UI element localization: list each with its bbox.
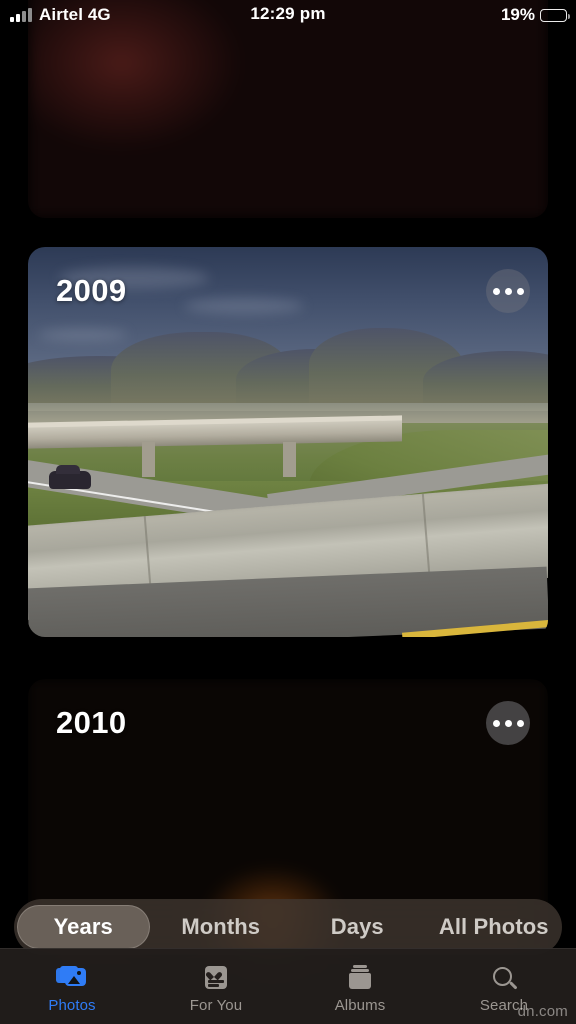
tab-albums[interactable]: Albums	[288, 949, 432, 1024]
segment-years[interactable]: Years	[17, 905, 150, 949]
years-scroll-view[interactable]: 2009 2010	[0, 0, 576, 1024]
tab-label-for-you: For You	[189, 997, 243, 1014]
more-options-button[interactable]	[486, 269, 530, 313]
ellipsis-dot-icon	[516, 719, 524, 727]
ellipsis-dot-icon	[492, 287, 500, 295]
year-card-2009[interactable]: 2009	[28, 247, 548, 637]
year-card-photo	[28, 0, 548, 218]
year-label: 2009	[56, 273, 127, 308]
tab-photos[interactable]: Photos	[0, 949, 144, 1024]
status-bar-time: 12:29 pm	[250, 4, 326, 23]
segment-all-photos[interactable]: All Photos	[429, 905, 560, 949]
for-you-icon	[200, 965, 232, 993]
battery-percent-label: 19%	[500, 5, 535, 24]
tab-bar[interactable]: Photos For You Albums Search	[0, 948, 576, 1024]
tab-label-search: Search	[479, 997, 529, 1014]
ellipsis-dot-icon	[504, 287, 512, 295]
segment-days[interactable]: Days	[292, 905, 423, 949]
timeline-segmented-control[interactable]: Years Months Days All Photos	[14, 899, 562, 955]
segment-months[interactable]: Months	[156, 905, 287, 949]
ellipsis-dot-icon	[516, 287, 524, 295]
tab-for-you[interactable]: For You	[144, 949, 288, 1024]
battery-icon	[540, 8, 570, 22]
search-icon	[488, 965, 520, 993]
status-bar-right: 19%	[500, 0, 570, 30]
ellipsis-dot-icon	[504, 719, 512, 727]
photos-icon	[56, 965, 88, 993]
tab-label-albums: Albums	[334, 997, 386, 1014]
photos-app-screen: 2009 2010 Airtel 4G 12:29 pm 19% Years M…	[0, 0, 576, 1024]
more-options-button[interactable]	[486, 701, 530, 745]
year-card-partial[interactable]	[28, 0, 548, 218]
tab-search[interactable]: Search	[432, 949, 576, 1024]
ellipsis-dot-icon	[492, 719, 500, 727]
tab-label-photos: Photos	[48, 997, 96, 1014]
albums-icon	[344, 965, 376, 993]
status-bar: Airtel 4G 12:29 pm 19%	[0, 0, 576, 30]
year-label: 2010	[56, 705, 127, 740]
